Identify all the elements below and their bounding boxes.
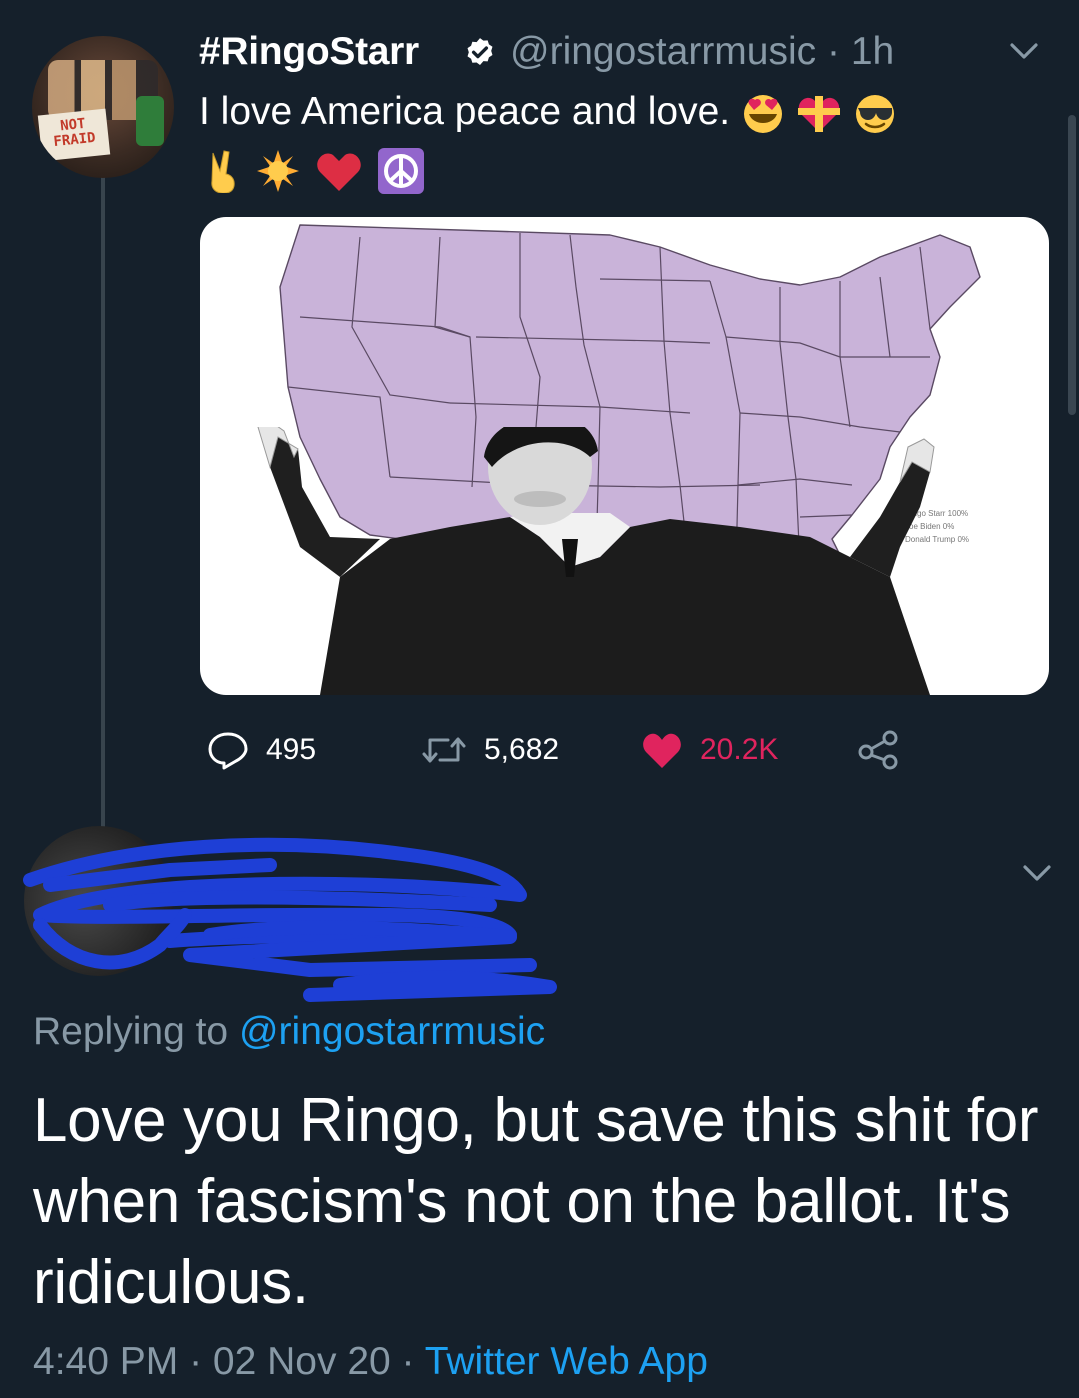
retweet-count: 5,682: [484, 733, 560, 766]
tweet-media-image[interactable]: Ringo Starr 100% Joe Biden 0% Donald Tru…: [200, 217, 1049, 695]
reply-count: 495: [266, 733, 317, 766]
reply-time[interactable]: 4:40 PM: [33, 1340, 178, 1383]
verified-badge-icon: [467, 38, 493, 66]
reply-action[interactable]: 495: [206, 728, 316, 772]
reply-text: Love you Ringo, but save this shit for w…: [33, 1086, 1039, 1317]
gift-heart-emoji-icon: [797, 95, 840, 132]
tweet-text-content: I love America peace and love.: [199, 90, 731, 133]
red-heart-emoji-icon: [317, 153, 361, 191]
ringo-avatar[interactable]: NOT FRAID: [32, 36, 174, 178]
handle[interactable]: @ringostarrmusic: [510, 30, 816, 73]
separator: ·: [390, 1340, 425, 1383]
time-ago[interactable]: 1h: [851, 30, 894, 73]
replying-handle-link[interactable]: @ringostarrmusic: [239, 1010, 545, 1053]
replying-prefix: Replying to: [33, 1010, 239, 1053]
like-count: 20.2K: [700, 733, 779, 766]
separator: ·: [816, 30, 851, 73]
separator: ·: [178, 1340, 213, 1383]
thread-line: [101, 176, 105, 828]
chevron-down-icon[interactable]: [1017, 860, 1057, 886]
replying-to-line: Replying to @ringostarrmusic: [33, 1010, 545, 1054]
retweet-action[interactable]: 5,682: [420, 728, 559, 772]
retweet-icon: [422, 737, 466, 763]
heart-eyes-emoji-icon: [744, 94, 782, 133]
like-action[interactable]: 20.2K: [640, 728, 778, 772]
reply-date[interactable]: 02 Nov 20: [213, 1340, 391, 1383]
display-name[interactable]: #RingoStarr: [199, 30, 419, 74]
share-action[interactable]: [856, 728, 902, 772]
avatar-sign: NOT FRAID: [37, 108, 111, 162]
victory-hand-emoji-icon: [211, 150, 235, 193]
sunglasses-emoji-icon: [855, 94, 894, 133]
reply-icon: [208, 732, 248, 770]
emoji-row: [205, 145, 425, 197]
scrollbar[interactable]: [1068, 115, 1076, 415]
chevron-down-icon[interactable]: [1004, 38, 1044, 64]
tweet-text: I love America peace and love.: [199, 86, 1039, 138]
share-icon: [858, 730, 898, 770]
ringo-photo-figure: [257, 427, 935, 695]
peace-symbol-emoji-icon: [378, 148, 424, 194]
redaction-scribble: [23, 837, 557, 1002]
sun-emoji-icon: [257, 150, 299, 192]
handle-and-time: @ringostarrmusic · 1h: [510, 30, 894, 74]
timestamp-line: 4:40 PM · 02 Nov 20 · Twitter Web App: [33, 1340, 708, 1384]
tweet-source-link[interactable]: Twitter Web App: [425, 1340, 708, 1383]
heart-icon: [643, 733, 681, 768]
